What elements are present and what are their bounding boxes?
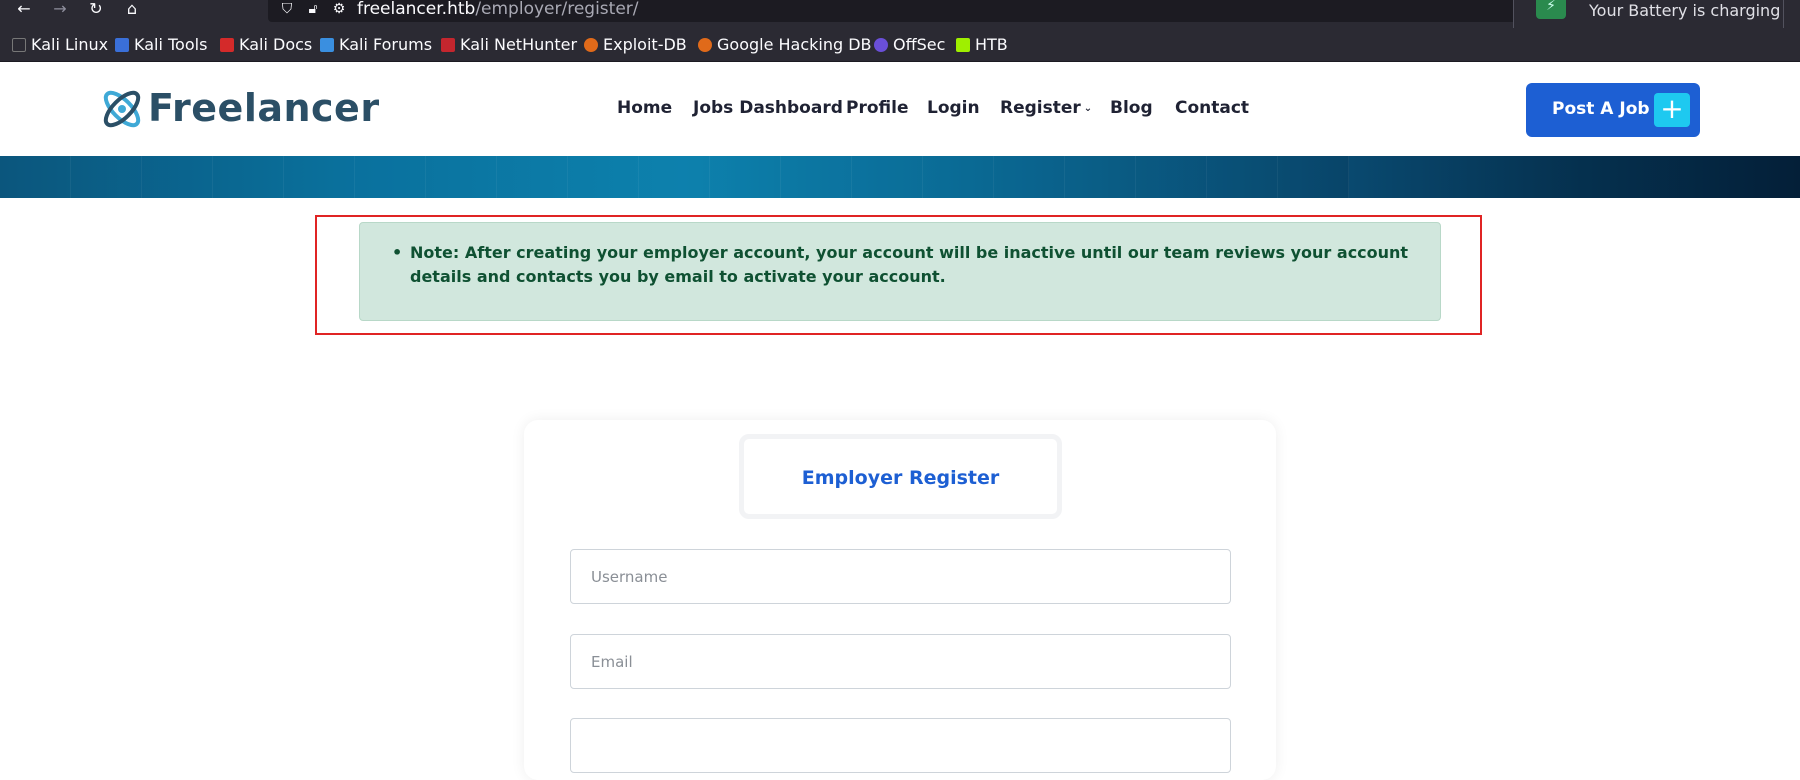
nav-login[interactable]: Login bbox=[927, 98, 980, 122]
bookmark-label: Google Hacking DB bbox=[717, 35, 872, 54]
bookmark-kali-tools[interactable]: Kali Tools bbox=[115, 35, 207, 55]
note-list: Note: After creating your employer accou… bbox=[392, 241, 1410, 289]
battery-icon: ⚡ bbox=[1536, 0, 1566, 19]
url-path: /employer/register/ bbox=[475, 0, 639, 19]
chevron-down-icon: ⌄ bbox=[1083, 103, 1093, 114]
kali-linux-icon bbox=[12, 38, 26, 52]
bookmarks-toolbar: Kali Linux Kali Tools Kali Docs Kali For… bbox=[0, 28, 1800, 62]
bookmark-label: Kali Docs bbox=[239, 35, 313, 54]
post-a-job-label: Post A Job bbox=[1552, 99, 1650, 119]
email-input[interactable] bbox=[570, 634, 1231, 689]
exploit-db-icon bbox=[584, 38, 598, 52]
shield-icon[interactable]: ⛉ bbox=[274, 0, 300, 18]
url-host: freelancer.htb bbox=[357, 0, 476, 19]
bookmark-label: Kali Linux bbox=[31, 35, 109, 54]
nav-blog[interactable]: Blog bbox=[1110, 98, 1153, 122]
nav-register[interactable]: Register ⌄ bbox=[1000, 98, 1092, 122]
offsec-icon bbox=[874, 38, 888, 52]
post-a-job-button[interactable]: Post A Job + bbox=[1526, 83, 1700, 137]
reload-icon[interactable]: ↻ bbox=[84, 0, 108, 20]
bookmark-kali-nethunter[interactable]: Kali NetHunter bbox=[441, 35, 577, 55]
bookmark-kali-linux[interactable]: Kali Linux bbox=[12, 35, 108, 55]
nav-register-label: Register bbox=[1000, 98, 1081, 118]
bookmark-offsec[interactable]: OffSec bbox=[874, 35, 945, 55]
url-security-icons: ⛉ 🔓︎ ⚙ bbox=[274, 0, 352, 18]
bookmark-kali-docs[interactable]: Kali Docs bbox=[220, 35, 312, 55]
htb-cube-icon bbox=[956, 38, 970, 52]
bookmark-label: Exploit-DB bbox=[603, 35, 687, 54]
bookmark-label: Kali NetHunter bbox=[460, 35, 578, 54]
bookmark-label: HTB bbox=[975, 35, 1008, 54]
bookmark-label: OffSec bbox=[893, 35, 946, 54]
notification-text: Your Battery is charging bbox=[1589, 1, 1781, 20]
logo-text: Freelancer bbox=[148, 86, 380, 130]
bookmark-google-hacking-db[interactable]: Google Hacking DB bbox=[698, 35, 872, 55]
kali-nethunter-icon bbox=[441, 38, 455, 52]
bookmark-label: Kali Tools bbox=[134, 35, 208, 54]
lock-icon[interactable]: 🔓︎ bbox=[300, 0, 326, 18]
bookmark-label: Kali Forums bbox=[339, 35, 433, 54]
kali-tools-icon bbox=[115, 38, 129, 52]
home-icon[interactable]: ⌂ bbox=[120, 0, 144, 20]
kali-forums-icon bbox=[320, 38, 334, 52]
bookmark-exploit-db[interactable]: Exploit-DB bbox=[584, 35, 687, 55]
forward-arrow-icon[interactable]: → bbox=[48, 0, 72, 20]
page-banner bbox=[0, 156, 1800, 198]
note-text: Note: After creating your employer accou… bbox=[392, 241, 1410, 289]
username-input[interactable] bbox=[570, 549, 1231, 604]
bookmark-kali-forums[interactable]: Kali Forums bbox=[320, 35, 432, 55]
plus-icon: + bbox=[1654, 93, 1690, 127]
next-input[interactable] bbox=[570, 718, 1231, 773]
nav-jobs-dashboard[interactable]: Jobs Dashboard bbox=[693, 98, 843, 122]
url-text[interactable]: freelancer.htb/employer/register/ bbox=[357, 0, 639, 19]
note-alert: Note: After creating your employer accou… bbox=[359, 222, 1441, 321]
nav-home[interactable]: Home bbox=[617, 98, 672, 122]
tab-employer-register-label: Employer Register bbox=[801, 467, 1000, 489]
tab-employer-register[interactable]: Employer Register bbox=[739, 434, 1062, 519]
browser-toolbar: ← → ↻ ⌂ ⛉ 🔓︎ ⚙ freelancer.htb/employer/reg… bbox=[0, 0, 1800, 34]
permissions-icon[interactable]: ⚙ bbox=[326, 0, 352, 18]
site-header: Freelancer Home Jobs Dashboard Profile L… bbox=[0, 62, 1800, 156]
back-arrow-icon[interactable]: ← bbox=[12, 0, 36, 20]
nav-profile[interactable]: Profile bbox=[846, 98, 908, 122]
google-hacking-db-icon bbox=[698, 38, 712, 52]
bookmark-htb[interactable]: HTB bbox=[956, 35, 1008, 55]
freelancer-logo-icon bbox=[103, 90, 141, 128]
nav-contact[interactable]: Contact bbox=[1175, 98, 1249, 122]
kali-docs-icon bbox=[220, 38, 234, 52]
